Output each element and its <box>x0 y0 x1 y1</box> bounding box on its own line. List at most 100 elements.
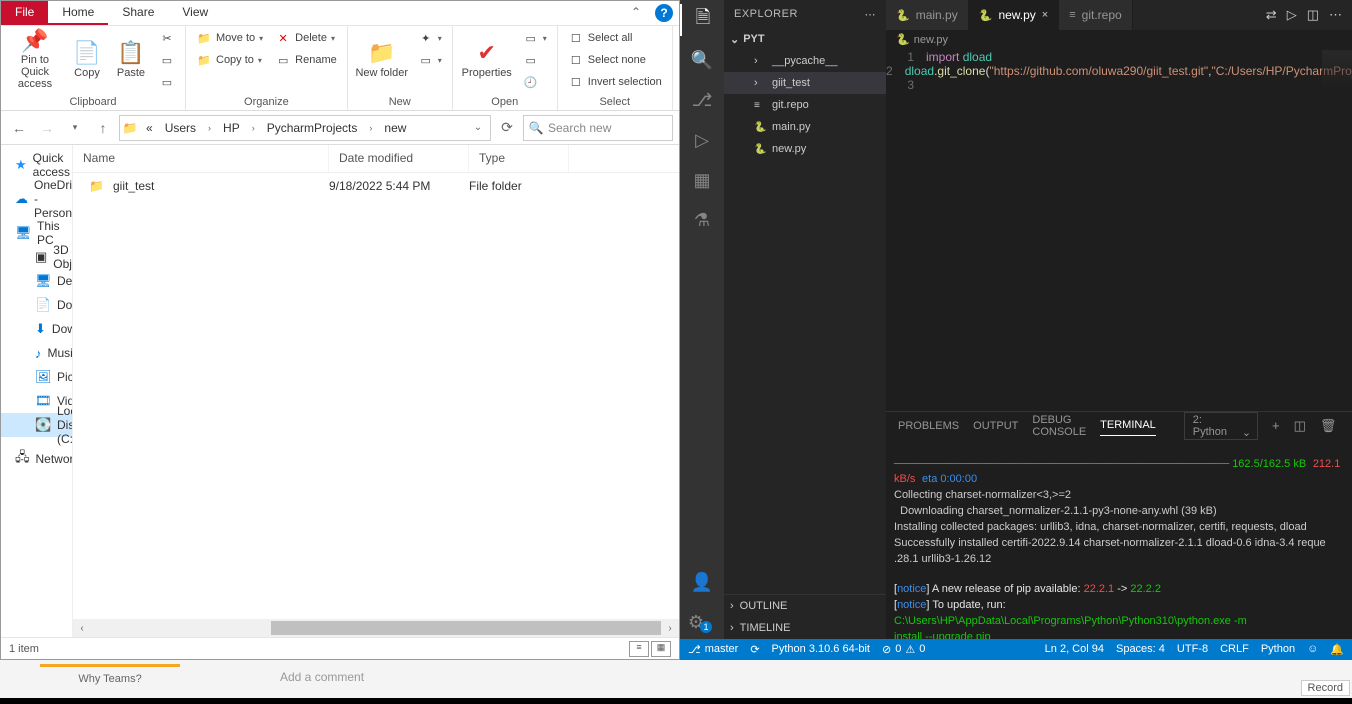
new-item-button[interactable]: ✦▾ <box>414 28 446 48</box>
history-button[interactable]: 🕘 <box>519 72 551 92</box>
terminal[interactable]: ────────────────────────────────────────… <box>886 440 1352 639</box>
nav-local-disk[interactable]: 💽Local Disk (C:) <box>1 413 72 437</box>
terminal-selector[interactable]: 2: Python <box>1184 412 1258 440</box>
up-button[interactable]: ↑ <box>91 116 115 140</box>
comment-input[interactable]: Add a comment <box>280 670 364 684</box>
indent-indicator[interactable]: Spaces: 4 <box>1116 643 1165 655</box>
crumb-hp[interactable]: HP <box>217 121 246 135</box>
breadcrumb[interactable]: 🐍new.py <box>886 30 1352 50</box>
nav-documents[interactable]: 📄Documents <box>1 293 72 317</box>
tab-share[interactable]: Share <box>108 1 168 25</box>
address-dropdown-icon[interactable]: ⌄ <box>466 116 490 140</box>
eol-indicator[interactable]: CRLF <box>1220 643 1249 655</box>
tab-main-py[interactable]: 🐍main.py <box>886 0 969 30</box>
extensions-icon[interactable]: ▦ <box>680 164 724 196</box>
search-input[interactable]: 🔍 Search new <box>523 115 673 141</box>
sidebar-item-newpy[interactable]: 🐍new.py <box>724 138 886 160</box>
nav-music[interactable]: ♪Music <box>1 341 72 365</box>
notifications-icon[interactable]: 🔔 <box>1330 643 1344 656</box>
address-bar[interactable]: 📁 « Users› HP› PycharmProjects› new ⌄ <box>119 115 491 141</box>
sync-indicator[interactable]: ⟳ <box>750 643 759 656</box>
copy-to-button[interactable]: 📁Copy to▾ <box>192 50 267 70</box>
crumb-users[interactable]: Users <box>159 121 202 135</box>
run-file-icon[interactable]: ▷ <box>1287 7 1297 23</box>
nav-quick-access[interactable]: ★Quick access <box>1 153 72 177</box>
compare-icon[interactable]: ⇄ <box>1266 7 1277 23</box>
pin-quick-access-button[interactable]: 📌 Pin to Quick access <box>7 28 63 90</box>
edit-button[interactable]: ▭ <box>519 50 551 70</box>
tab-file[interactable]: File <box>1 1 48 25</box>
cursor-position[interactable]: Ln 2, Col 94 <box>1045 643 1104 655</box>
panel-tab-terminal[interactable]: TERMINAL <box>1100 415 1156 436</box>
feedback-icon[interactable]: ☺ <box>1307 643 1318 655</box>
timeline-section[interactable]: ›TIMELINE <box>724 617 886 639</box>
minimize-ribbon-icon[interactable]: ⌃ <box>623 1 649 25</box>
col-name[interactable]: Name <box>73 145 329 172</box>
new-terminal-icon[interactable]: + <box>1272 418 1280 433</box>
tab-home[interactable]: Home <box>48 1 108 25</box>
tab-git-repo[interactable]: ≡git.repo <box>1059 0 1132 30</box>
nav-desktop[interactable]: 🖥Desktop <box>1 269 72 293</box>
crumb-pycharm[interactable]: PycharmProjects <box>261 121 364 135</box>
refresh-button[interactable]: ⟳ <box>495 116 519 140</box>
panel-tab-problems[interactable]: PROBLEMS <box>898 416 959 436</box>
sidebar-item-mainpy[interactable]: 🐍main.py <box>724 116 886 138</box>
nav-network[interactable]: 🖧Network <box>1 447 72 471</box>
outline-section[interactable]: ›OUTLINE <box>724 595 886 617</box>
language-indicator[interactable]: Python <box>1261 643 1295 655</box>
sidebar-item-pycache[interactable]: ›__pycache__ <box>724 50 886 72</box>
delete-button[interactable]: ✕Delete▾ <box>271 28 341 48</box>
branch-indicator[interactable]: ⎇master <box>688 643 738 656</box>
paste-shortcut-button[interactable]: ▭ <box>155 72 179 92</box>
account-icon[interactable]: 👤 <box>680 567 724 599</box>
teams-prompt[interactable]: Why Teams? <box>40 664 180 694</box>
source-control-icon[interactable]: ⎇ <box>680 84 724 116</box>
nav-onedrive[interactable]: ☁OneDrive - Personal <box>1 187 72 211</box>
encoding-indicator[interactable]: UTF-8 <box>1177 643 1208 655</box>
project-section[interactable]: ⌄PYT <box>724 28 886 50</box>
move-to-button[interactable]: 📁Move to▾ <box>192 28 267 48</box>
forward-button[interactable]: → <box>35 116 59 140</box>
sidebar-item-gitrepo[interactable]: ≡git.repo <box>724 94 886 116</box>
minimap[interactable] <box>1322 50 1352 90</box>
copy-path-button[interactable]: ▭ <box>155 50 179 70</box>
search-icon[interactable]: 🔍 <box>680 44 724 76</box>
file-row[interactable]: 📁giit_test 9/18/2022 5:44 PM File folder <box>73 173 679 199</box>
nav-downloads[interactable]: ⬇Downloads <box>1 317 72 341</box>
taskbar[interactable] <box>0 698 1352 704</box>
python-env[interactable]: Python 3.10.6 64-bit <box>772 643 870 655</box>
properties-button[interactable]: ✔ Properties <box>459 28 515 90</box>
more-icon[interactable]: ⋯ <box>1329 7 1342 23</box>
select-none-button[interactable]: ☐Select none <box>564 50 666 70</box>
testing-icon[interactable]: ⚗ <box>680 204 724 236</box>
details-view-button[interactable]: ≡ <box>629 641 649 657</box>
recent-button[interactable]: ▾ <box>63 116 87 140</box>
run-icon[interactable]: ▷ <box>680 124 724 156</box>
nav-pictures[interactable]: 🖼Pictures <box>1 365 72 389</box>
split-icon[interactable]: ◫ <box>1307 7 1319 23</box>
cut-button[interactable]: ✂ <box>155 28 179 48</box>
kill-terminal-icon[interactable]: 🗑 <box>1320 418 1337 434</box>
col-type[interactable]: Type <box>469 145 569 172</box>
nav-3d-objects[interactable]: ▣3D Objects <box>1 245 72 269</box>
rename-button[interactable]: ▭Rename <box>271 50 341 70</box>
panel-tab-debug[interactable]: DEBUG CONSOLE <box>1032 410 1086 442</box>
split-terminal-icon[interactable]: ◫ <box>1294 418 1306 434</box>
copy-button[interactable]: 📄 Copy <box>67 28 107 90</box>
new-folder-button[interactable]: 📁 New folder <box>354 28 410 90</box>
close-icon[interactable]: × <box>1042 9 1048 21</box>
explorer-icon[interactable]: 🗎 <box>680 4 724 36</box>
tab-view[interactable]: View <box>168 1 222 25</box>
problems-indicator[interactable]: ⊘0 ⚠0 <box>882 643 925 656</box>
col-date[interactable]: Date modified <box>329 145 469 172</box>
nav-this-pc[interactable]: 🖥This PC <box>1 221 72 245</box>
paste-button[interactable]: 📋 Paste <box>111 28 151 90</box>
back-button[interactable]: ← <box>7 116 31 140</box>
panel-tab-output[interactable]: OUTPUT <box>973 416 1018 436</box>
sidebar-item-giit-test[interactable]: ›giit_test <box>724 72 886 94</box>
help-icon[interactable]: ? <box>655 4 673 22</box>
select-all-button[interactable]: ☐Select all <box>564 28 666 48</box>
sidebar-more-icon[interactable]: ⋯ <box>865 8 877 21</box>
tab-new-py[interactable]: 🐍new.py× <box>969 0 1060 30</box>
crumb-new[interactable]: new <box>378 121 412 135</box>
